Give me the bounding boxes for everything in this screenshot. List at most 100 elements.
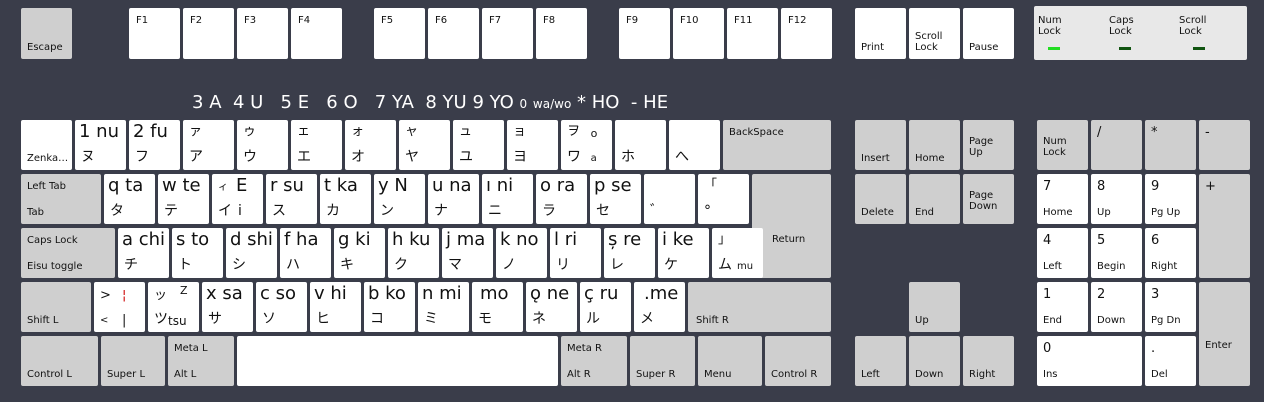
key-super-right[interactable]: Super R — [630, 336, 695, 386]
key-semicolon[interactable]: ș re レ — [604, 228, 655, 278]
key-minus[interactable]: ホ — [615, 120, 666, 170]
key-bracketright[interactable]: 」ム mu — [712, 228, 763, 278]
key-f9[interactable]: F9 — [619, 8, 670, 59]
key-f11[interactable]: F11 — [727, 8, 778, 59]
key-kp-7[interactable]: 7 Home — [1037, 174, 1088, 224]
key-kp-5[interactable]: 5 Begin — [1091, 228, 1142, 278]
key-slash[interactable]: .me メ — [634, 282, 685, 332]
key-colon[interactable]: i ke ケ — [658, 228, 709, 278]
key-4[interactable]: ゥウ — [237, 120, 288, 170]
key-f8[interactable]: F8 — [536, 8, 587, 59]
key-up[interactable]: Up — [909, 282, 960, 332]
key-control-left[interactable]: Control L — [21, 336, 98, 386]
key-backspace[interactable]: BackSpace — [723, 120, 831, 170]
key-escape[interactable]: Escape — [21, 8, 72, 59]
key-kp-divide[interactable]: / — [1091, 120, 1142, 170]
key-return[interactable]: Return — [752, 174, 831, 278]
key-i[interactable]: ı ni ニ — [482, 174, 533, 224]
key-alt-right[interactable]: Meta R Alt R — [561, 336, 627, 386]
key-s[interactable]: s to ト — [172, 228, 223, 278]
key-n[interactable]: n mi ミ — [418, 282, 469, 332]
key-left[interactable]: Left — [855, 336, 906, 386]
key-l[interactable]: l ri リ — [550, 228, 601, 278]
key-num-lock[interactable]: Num Lock — [1037, 120, 1088, 170]
key-comma[interactable]: ǫ ne ネ — [526, 282, 577, 332]
key-pause[interactable]: Pause — [963, 8, 1014, 59]
key-page-up[interactable]: Page Up — [963, 120, 1014, 170]
key-f[interactable]: f ha ハ — [280, 228, 331, 278]
key-kp-0[interactable]: 0 Ins — [1037, 336, 1142, 386]
key-shift-right[interactable]: Shift R — [688, 282, 831, 332]
key-f2[interactable]: F2 — [183, 8, 234, 59]
key-w[interactable]: w te テ — [158, 174, 209, 224]
key-f4[interactable]: F4 — [291, 8, 342, 59]
key-insert[interactable]: Insert — [855, 120, 906, 170]
key-delete[interactable]: Delete — [855, 174, 906, 224]
key-z[interactable]: ッ Z ツ tsu — [148, 282, 199, 332]
key-kp-9[interactable]: 9 Pg Up — [1145, 174, 1196, 224]
key-k[interactable]: k no ノ — [496, 228, 547, 278]
key-c[interactable]: c so ソ — [256, 282, 307, 332]
key-less[interactable]: > < ¦ | — [94, 282, 145, 332]
key-g[interactable]: g ki キ — [334, 228, 385, 278]
key-kp-4[interactable]: 4 Left — [1037, 228, 1088, 278]
key-f6[interactable]: F6 — [428, 8, 479, 59]
key-a[interactable]: a chi チ — [118, 228, 169, 278]
key-0[interactable]: ヲoワa — [561, 120, 612, 170]
key-1[interactable]: 1 nu ヌ — [75, 120, 126, 170]
key-v[interactable]: v hi ヒ — [310, 282, 361, 332]
key-q[interactable]: q ta タ — [104, 174, 155, 224]
key-kp-3[interactable]: 3 Pg Dn — [1145, 282, 1196, 332]
key-page-down[interactable]: Page Down — [963, 174, 1014, 224]
key-period[interactable]: ç ru ル — [580, 282, 631, 332]
key-kp-add[interactable]: + — [1199, 174, 1250, 278]
key-kp-6[interactable]: 6 Right — [1145, 228, 1196, 278]
key-6[interactable]: ォオ — [345, 120, 396, 170]
key-7[interactable]: ャヤ — [399, 120, 450, 170]
key-end[interactable]: End — [909, 174, 960, 224]
key-t[interactable]: t ka カ — [320, 174, 371, 224]
key-right[interactable]: Right — [963, 336, 1014, 386]
key-8[interactable]: ュユ — [453, 120, 504, 170]
key-e[interactable]: Eィイi — [212, 174, 263, 224]
key-super-left[interactable]: Super L — [101, 336, 165, 386]
key-kp-2[interactable]: 2 Down — [1091, 282, 1142, 332]
key-2[interactable]: 2 fu フ — [129, 120, 180, 170]
key-x[interactable]: x sa サ — [202, 282, 253, 332]
key-home[interactable]: Home — [909, 120, 960, 170]
key-kp-decimal[interactable]: . Del — [1145, 336, 1196, 386]
key-5[interactable]: ェエ — [291, 120, 342, 170]
key-down[interactable]: Down — [909, 336, 960, 386]
key-control-right[interactable]: Control R — [765, 336, 831, 386]
key-m[interactable]: mo モ — [472, 282, 523, 332]
key-9[interactable]: ョヨ — [507, 120, 558, 170]
key-j[interactable]: j ma マ — [442, 228, 493, 278]
key-kp-subtract[interactable]: - — [1199, 120, 1250, 170]
key-zenkaku[interactable]: Zenka… — [21, 120, 72, 170]
key-print[interactable]: Print — [855, 8, 906, 59]
key-o[interactable]: o ra ラ — [536, 174, 587, 224]
key-kp-1[interactable]: 1 End — [1037, 282, 1088, 332]
key-caps-lock[interactable]: Caps Lock Eisu toggle — [21, 228, 115, 278]
key-alt-left[interactable]: Meta L Alt L — [168, 336, 234, 386]
key-menu[interactable]: Menu — [698, 336, 762, 386]
key-kp-multiply[interactable]: * — [1145, 120, 1196, 170]
key-kp-enter[interactable]: Enter — [1199, 282, 1250, 386]
key-p[interactable]: p se セ — [590, 174, 641, 224]
key-scroll-lock[interactable]: Scroll Lock — [909, 8, 960, 59]
key-y[interactable]: y N ン — [374, 174, 425, 224]
key-h[interactable]: h ku ク — [388, 228, 439, 278]
key-tab[interactable]: Left Tab Tab — [21, 174, 101, 224]
key-kp-8[interactable]: 8 Up — [1091, 174, 1142, 224]
key-at[interactable]: ゛ — [644, 174, 695, 224]
key-f10[interactable]: F10 — [673, 8, 724, 59]
key-bracketleft[interactable]: 「° — [698, 174, 749, 224]
key-3[interactable]: ァア — [183, 120, 234, 170]
key-f7[interactable]: F7 — [482, 8, 533, 59]
key-u[interactable]: u na ナ — [428, 174, 479, 224]
key-space[interactable] — [237, 336, 558, 386]
key-f3[interactable]: F3 — [237, 8, 288, 59]
key-f12[interactable]: F12 — [781, 8, 832, 59]
key-r[interactable]: r su ス — [266, 174, 317, 224]
key-d[interactable]: d shi シ — [226, 228, 277, 278]
